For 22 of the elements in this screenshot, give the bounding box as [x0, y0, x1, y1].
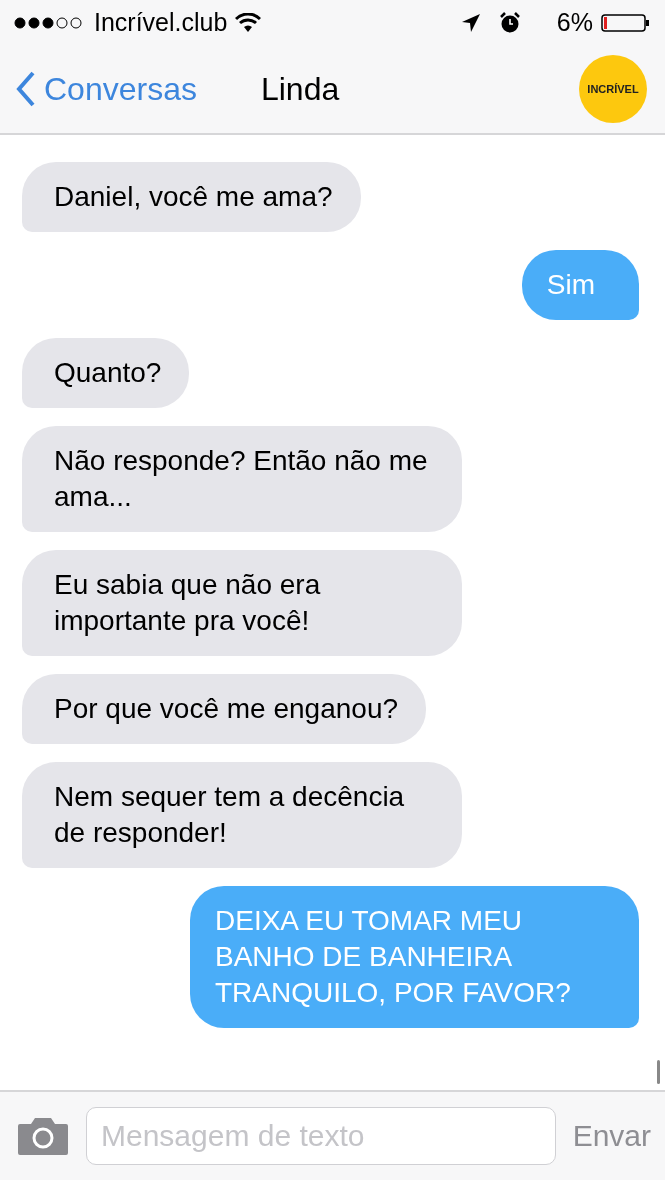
received-message-bubble: Não responde? Então não me ama... [22, 426, 462, 532]
received-message-bubble: Quanto? [22, 338, 190, 408]
carrier-name: Incrível.club [94, 8, 228, 37]
alarm-clock-icon [498, 11, 521, 34]
received-message-bubble: Nem sequer tem a decência de responder! [22, 762, 462, 868]
received-message-bubble: Daniel, você me ama? [22, 162, 361, 232]
logo-badge: INCRÍVEL [579, 55, 647, 123]
received-message-bubble: Por que você me enganou? [22, 674, 427, 744]
battery-icon [601, 12, 651, 33]
back-button[interactable]: Conversas [16, 70, 197, 108]
battery-percentage: 6% [556, 8, 593, 37]
contact-name: Linda [260, 70, 340, 108]
scrollbar [657, 1060, 660, 1084]
chevron-left-icon [16, 71, 36, 107]
message-input-field[interactable]: Mensagem de texto [86, 1107, 556, 1165]
send-button[interactable]: Envar [572, 1119, 651, 1153]
wifi-icon [235, 12, 262, 33]
sent-message-bubble: Sim [521, 250, 639, 320]
received-message-bubble: Eu sabia que não era importante pra você! [22, 550, 462, 656]
sent-message-bubble: DEIXA EU TOMAR MEU BANHO DE BANHEIRA TRANQUILO, POR FAVOR? [190, 886, 639, 1028]
camera-icon[interactable] [17, 1116, 69, 1156]
location-arrow-icon [460, 12, 481, 33]
